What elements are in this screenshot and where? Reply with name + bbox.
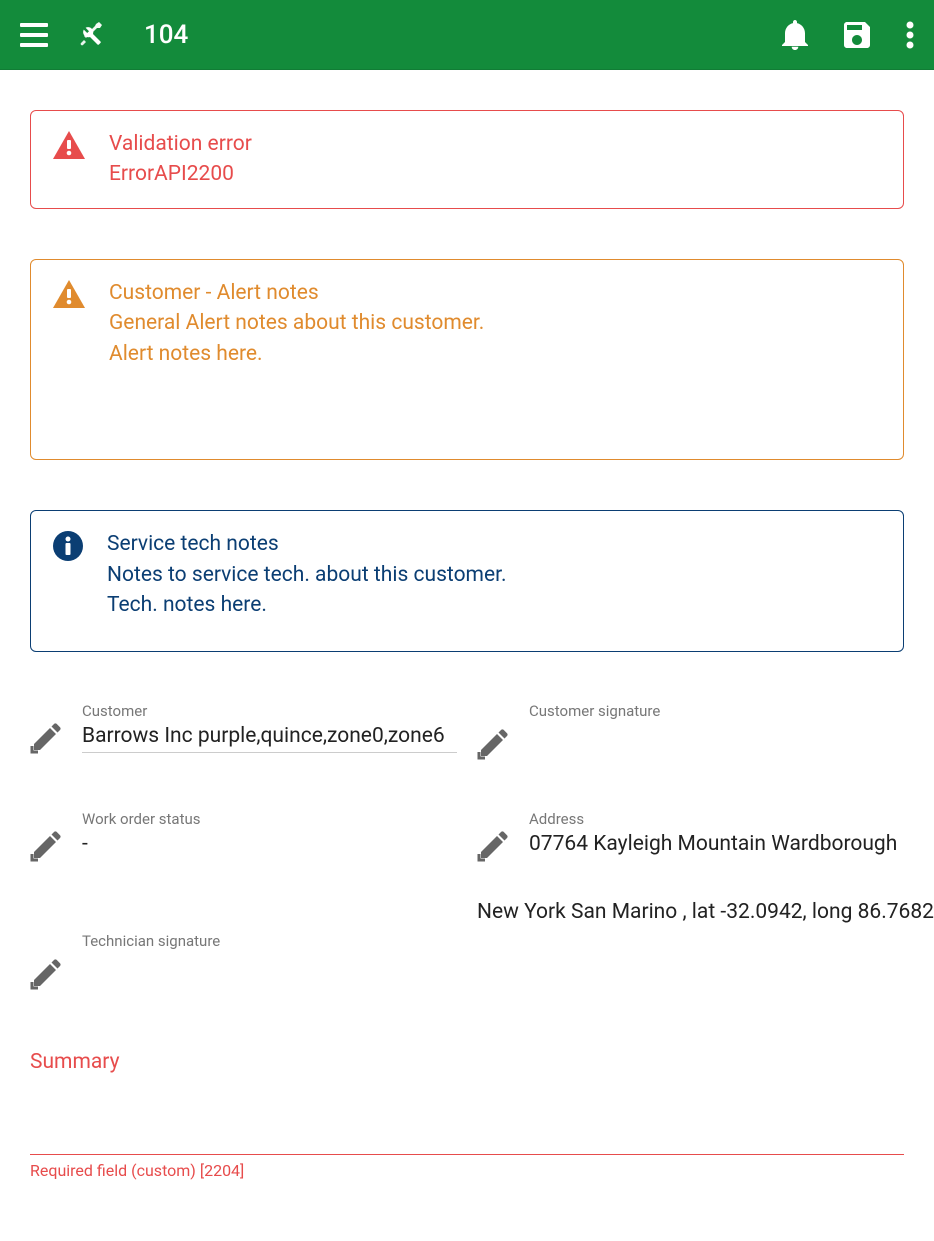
- warning-triangle-icon: [53, 280, 85, 308]
- tools-icon: [76, 20, 106, 50]
- summary-required-msg: Required field (custom) [2204]: [30, 1161, 904, 1180]
- edit-customer-signature-button[interactable]: [477, 726, 511, 760]
- edit-address-button[interactable]: [477, 828, 511, 862]
- app-header: 104: [0, 0, 934, 70]
- header-left: 104: [20, 20, 188, 50]
- bell-icon: [782, 20, 808, 50]
- edit-icon: [477, 828, 511, 862]
- error-title: Validation error: [109, 129, 252, 159]
- address-field: Address 07764 Kayleigh Mountain Wardboro…: [477, 810, 904, 862]
- hamburger-icon: [20, 23, 48, 47]
- header-right: [782, 20, 914, 50]
- edit-technician-signature-button[interactable]: [30, 956, 64, 990]
- warning-line2: Alert notes here.: [109, 339, 484, 369]
- notifications-button[interactable]: [782, 20, 808, 50]
- customer-field: Customer Barrows Inc purple,quince,zone0…: [30, 702, 457, 760]
- save-icon: [844, 22, 870, 48]
- status-label: Work order status: [82, 810, 457, 828]
- service-tech-notes: Service tech notes Notes to service tech…: [30, 510, 904, 651]
- address-value[interactable]: 07764 Kayleigh Mountain Wardborough: [529, 832, 904, 860]
- info-title: Service tech notes: [107, 529, 507, 559]
- customer-label: Customer: [82, 702, 457, 720]
- menu-button[interactable]: [20, 23, 48, 47]
- edit-icon: [477, 726, 511, 760]
- error-triangle-icon: [53, 131, 85, 159]
- technician-signature-label: Technician signature: [82, 932, 457, 950]
- edit-icon: [30, 956, 64, 990]
- warning-alert-text: Customer - Alert notes General Alert not…: [109, 278, 484, 369]
- more-vert-icon: [906, 21, 914, 49]
- customer-alert-notes: Customer - Alert notes General Alert not…: [30, 259, 904, 460]
- warning-line1: General Alert notes about this customer.: [109, 308, 484, 338]
- save-button[interactable]: [844, 22, 870, 48]
- summary-input[interactable]: [30, 1154, 904, 1155]
- address-extra: New York San Marino , lat -32.0942, long…: [477, 900, 934, 924]
- edit-customer-button[interactable]: [30, 720, 64, 754]
- status-value[interactable]: -: [82, 832, 457, 860]
- work-order-status-field: Work order status -: [30, 810, 457, 862]
- technician-signature-field: Technician signature: [30, 932, 457, 990]
- summary-section: Summary Required field (custom) [2204]: [30, 1050, 904, 1180]
- customer-value[interactable]: Barrows Inc purple,quince,zone0,zone6: [82, 724, 457, 753]
- warning-title: Customer - Alert notes: [109, 278, 484, 308]
- fields-grid: Customer Barrows Inc purple,quince,zone0…: [30, 702, 904, 990]
- info-alert-text: Service tech notes Notes to service tech…: [107, 529, 507, 620]
- address-label: Address: [529, 810, 904, 828]
- info-line2: Tech. notes here.: [107, 590, 507, 620]
- edit-icon: [30, 720, 64, 754]
- error-detail: ErrorAPI2200: [109, 159, 252, 189]
- edit-icon: [30, 828, 64, 862]
- validation-error-alert: Validation error ErrorAPI2200: [30, 110, 904, 209]
- page-title: 104: [144, 20, 188, 50]
- more-button[interactable]: [906, 21, 914, 49]
- edit-status-button[interactable]: [30, 828, 64, 862]
- info-circle-icon: [53, 531, 83, 561]
- info-line1: Notes to service tech. about this custom…: [107, 560, 507, 590]
- summary-label: Summary: [30, 1050, 904, 1074]
- main-content: Validation error ErrorAPI2200 Customer -…: [0, 70, 934, 1180]
- error-alert-text: Validation error ErrorAPI2200: [109, 129, 252, 190]
- customer-signature-label: Customer signature: [529, 702, 904, 720]
- customer-signature-field: Customer signature: [477, 702, 904, 760]
